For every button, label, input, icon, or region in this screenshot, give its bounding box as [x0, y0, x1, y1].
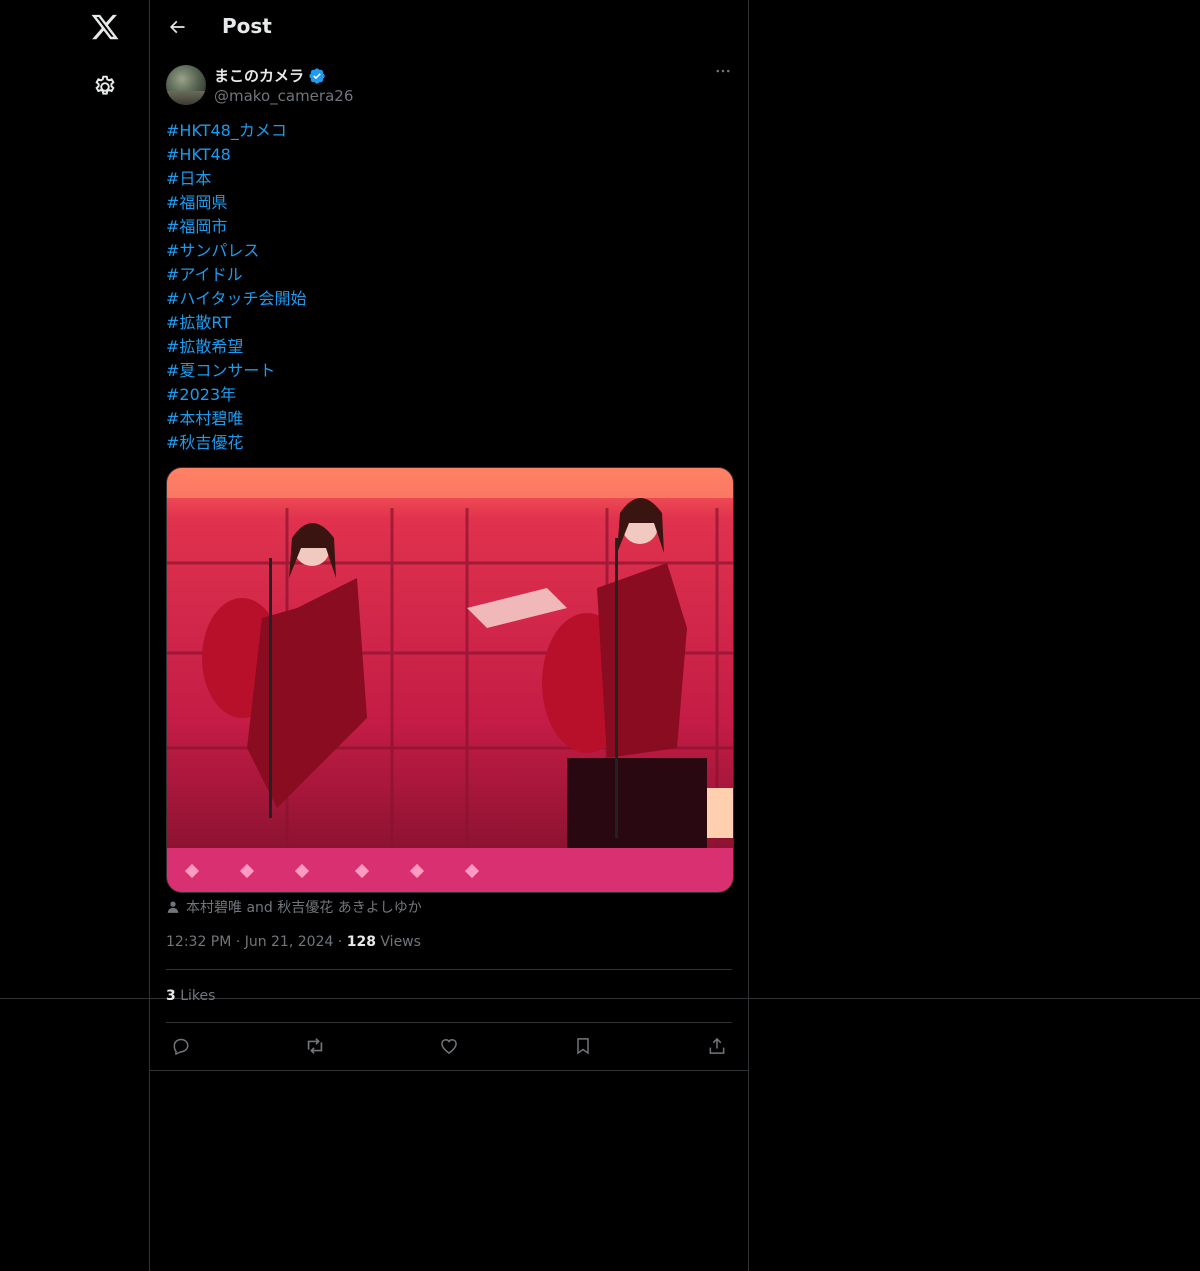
- back-arrow-icon: [169, 20, 185, 34]
- post-date[interactable]: Jun 21, 2024: [245, 934, 334, 950]
- gear-icon[interactable]: [92, 74, 118, 100]
- post-header: Post: [150, 0, 748, 55]
- more-button[interactable]: [710, 62, 736, 88]
- divider-right: [748, 0, 749, 1271]
- verified-badge-icon: [309, 67, 325, 84]
- reply-button[interactable]: [166, 1032, 196, 1060]
- left-nav: [0, 0, 149, 1271]
- likes-count: 3: [166, 988, 176, 1004]
- like-button[interactable]: [434, 1032, 464, 1060]
- avatar[interactable]: [166, 65, 206, 105]
- post-text: #HKT48_カメコ #HKT48 #日本 #福岡県 #福岡市 #サンパレス #…: [166, 119, 726, 455]
- post-meta: 12:32 PM · Jun 21, 2024 · 128 Views: [166, 934, 421, 950]
- hashtag-link[interactable]: #アイドル: [166, 263, 726, 287]
- page-title: Post: [222, 14, 272, 38]
- author-display-name[interactable]: まこのカメラ: [214, 65, 304, 86]
- hashtag-link[interactable]: #2023年: [166, 383, 726, 407]
- hashtag-link[interactable]: #福岡市: [166, 215, 726, 239]
- likes-stat[interactable]: 3 Likes: [166, 988, 215, 1004]
- person-icon: [167, 901, 179, 913]
- repost-icon: [307, 1038, 323, 1054]
- like-icon: [441, 1038, 457, 1054]
- bookmark-button[interactable]: [568, 1032, 598, 1060]
- action-bar: [166, 1032, 732, 1060]
- meta-separator: ·: [337, 934, 347, 950]
- meta-separator: ·: [235, 934, 245, 950]
- divider: [166, 1022, 732, 1023]
- hashtag-link[interactable]: #福岡県: [166, 191, 726, 215]
- hashtag-link[interactable]: #拡散希望: [166, 335, 726, 359]
- views-label: Views: [380, 934, 421, 950]
- post-column: Post まこのカメラ @mako_camera26 #HKT48_カメコ #H…: [150, 0, 748, 1071]
- hashtag-link[interactable]: #ハイタッチ会開始: [166, 287, 726, 311]
- hashtag-link[interactable]: #HKT48: [166, 143, 726, 167]
- likes-label: Likes: [180, 988, 216, 1004]
- views-count: 128: [346, 934, 376, 950]
- hashtag-link[interactable]: #夏コンサート: [166, 359, 726, 383]
- more-icon: [716, 69, 730, 73]
- hashtag-link[interactable]: #秋吉優花: [166, 431, 726, 455]
- repost-button[interactable]: [300, 1032, 330, 1060]
- back-button[interactable]: [162, 12, 192, 42]
- hashtag-link[interactable]: #日本: [166, 167, 726, 191]
- hashtag-link[interactable]: #本村碧唯: [166, 407, 726, 431]
- divider: [150, 1070, 748, 1071]
- bookmark-icon: [577, 1038, 589, 1055]
- x-logo-icon[interactable]: [90, 12, 120, 42]
- tagged-people-text: 本村碧唯 and 秋吉優花 あきよしゆか: [186, 900, 422, 916]
- author-handle[interactable]: @mako_camera26: [214, 87, 353, 105]
- divider: [166, 969, 732, 970]
- post-photo[interactable]: [166, 467, 734, 893]
- author-name-row[interactable]: まこのカメラ: [214, 65, 326, 86]
- tagged-people[interactable]: 本村碧唯 and 秋吉優花 あきよしゆか: [166, 897, 422, 917]
- hashtag-link[interactable]: #拡散RT: [166, 311, 726, 335]
- concert-photo-illustration: [167, 468, 733, 892]
- hashtag-link[interactable]: #HKT48_カメコ: [166, 119, 726, 143]
- share-button[interactable]: [702, 1032, 732, 1060]
- hashtag-link[interactable]: #サンパレス: [166, 239, 726, 263]
- post-time[interactable]: 12:32 PM: [166, 934, 231, 950]
- share-icon: [709, 1037, 725, 1054]
- reply-icon: [173, 1038, 189, 1056]
